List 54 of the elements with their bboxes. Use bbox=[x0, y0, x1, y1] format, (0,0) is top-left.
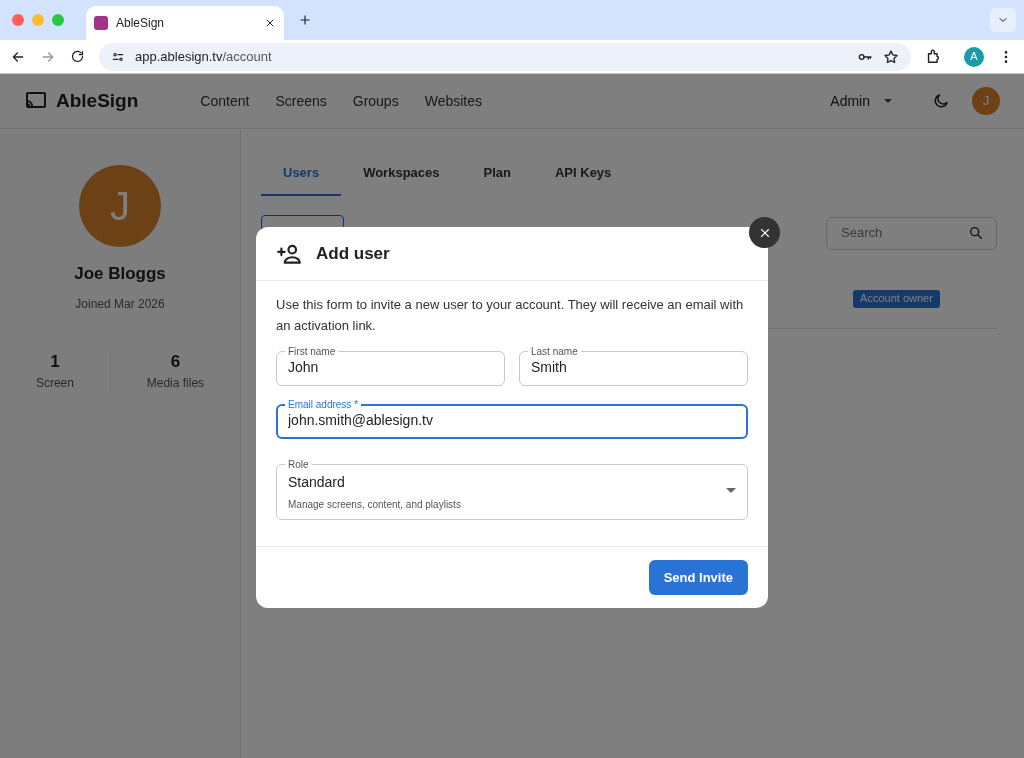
tab[interactable]: Users bbox=[261, 163, 342, 196]
search-field[interactable]: Search bbox=[826, 216, 997, 250]
profile-avatar[interactable]: A bbox=[964, 46, 984, 67]
field-label: Role bbox=[287, 459, 310, 470]
stat-value: 1 bbox=[50, 350, 60, 373]
window-control-dot[interactable] bbox=[32, 14, 44, 26]
input-field[interactable]: Email address * john.smith@ablesign.tv bbox=[276, 399, 748, 439]
input-field[interactable]: Last name Smith bbox=[519, 346, 748, 386]
field-value[interactable]: Smith bbox=[531, 356, 736, 378]
window-control-dot[interactable] bbox=[52, 14, 64, 26]
profile-avatar: J bbox=[79, 165, 161, 247]
star-icon[interactable] bbox=[883, 48, 899, 65]
caret-icon bbox=[726, 488, 736, 494]
field-value[interactable]: john.smith@ablesign.tv bbox=[288, 409, 736, 431]
stat-value: 6 bbox=[170, 350, 181, 373]
select-hint: Manage screens, content, and playlists bbox=[288, 497, 462, 512]
field-label: First name bbox=[287, 346, 337, 357]
browser-tab[interactable]: AbleSign bbox=[86, 6, 284, 40]
favicon-icon bbox=[94, 16, 108, 30]
reload-icon[interactable] bbox=[70, 49, 85, 64]
input-field[interactable]: First name John bbox=[276, 346, 505, 386]
address-bar[interactable]: app.ablesign.tv/account bbox=[99, 42, 911, 71]
field-value[interactable]: John bbox=[288, 356, 493, 378]
role-badge: Account owner bbox=[852, 289, 940, 309]
caret-icon bbox=[884, 99, 892, 103]
nav-link[interactable]: Content bbox=[200, 90, 250, 112]
nav-link[interactable]: Websites bbox=[424, 90, 482, 112]
send-invite-button[interactable]: Send Invite bbox=[648, 559, 748, 596]
close-button[interactable] bbox=[749, 217, 780, 248]
joined-date: Joined Mar 2026 bbox=[75, 295, 165, 313]
tab[interactable]: API Keys bbox=[532, 163, 634, 196]
new-tab-icon[interactable] bbox=[298, 13, 312, 27]
nav-link[interactable]: Groups bbox=[352, 90, 399, 112]
search-icon bbox=[968, 225, 984, 241]
field-label: Last name bbox=[530, 346, 579, 357]
role-select[interactable]: Role Standard Manage screens, content, and playlists bbox=[276, 459, 748, 520]
tab-title: AbleSign bbox=[116, 15, 166, 32]
tab[interactable]: Plan bbox=[461, 163, 533, 196]
extension-icon[interactable] bbox=[925, 48, 942, 65]
dialog-description: Use this form to invite a new user to your account. They will receive an email with an activation link. bbox=[276, 296, 745, 335]
url-text: app.ablesign.tv/account bbox=[135, 47, 273, 66]
stat-label: Media files bbox=[146, 375, 205, 392]
user-menu[interactable]: Admin bbox=[830, 90, 892, 112]
dialog-title: Add user bbox=[316, 242, 390, 265]
tab[interactable]: Workspaces bbox=[341, 163, 462, 196]
select-value: Standard bbox=[288, 472, 346, 492]
close-icon[interactable] bbox=[264, 17, 276, 29]
field-label: Email address * bbox=[287, 399, 360, 410]
profile-name: Joe Bloggs bbox=[74, 263, 166, 285]
nav-link[interactable]: Screens bbox=[275, 90, 327, 112]
moon-icon[interactable] bbox=[932, 92, 950, 110]
stat-label: Screen bbox=[35, 375, 74, 392]
window-control-dot[interactable] bbox=[12, 14, 24, 26]
brand-name[interactable]: AbleSign bbox=[56, 86, 139, 116]
